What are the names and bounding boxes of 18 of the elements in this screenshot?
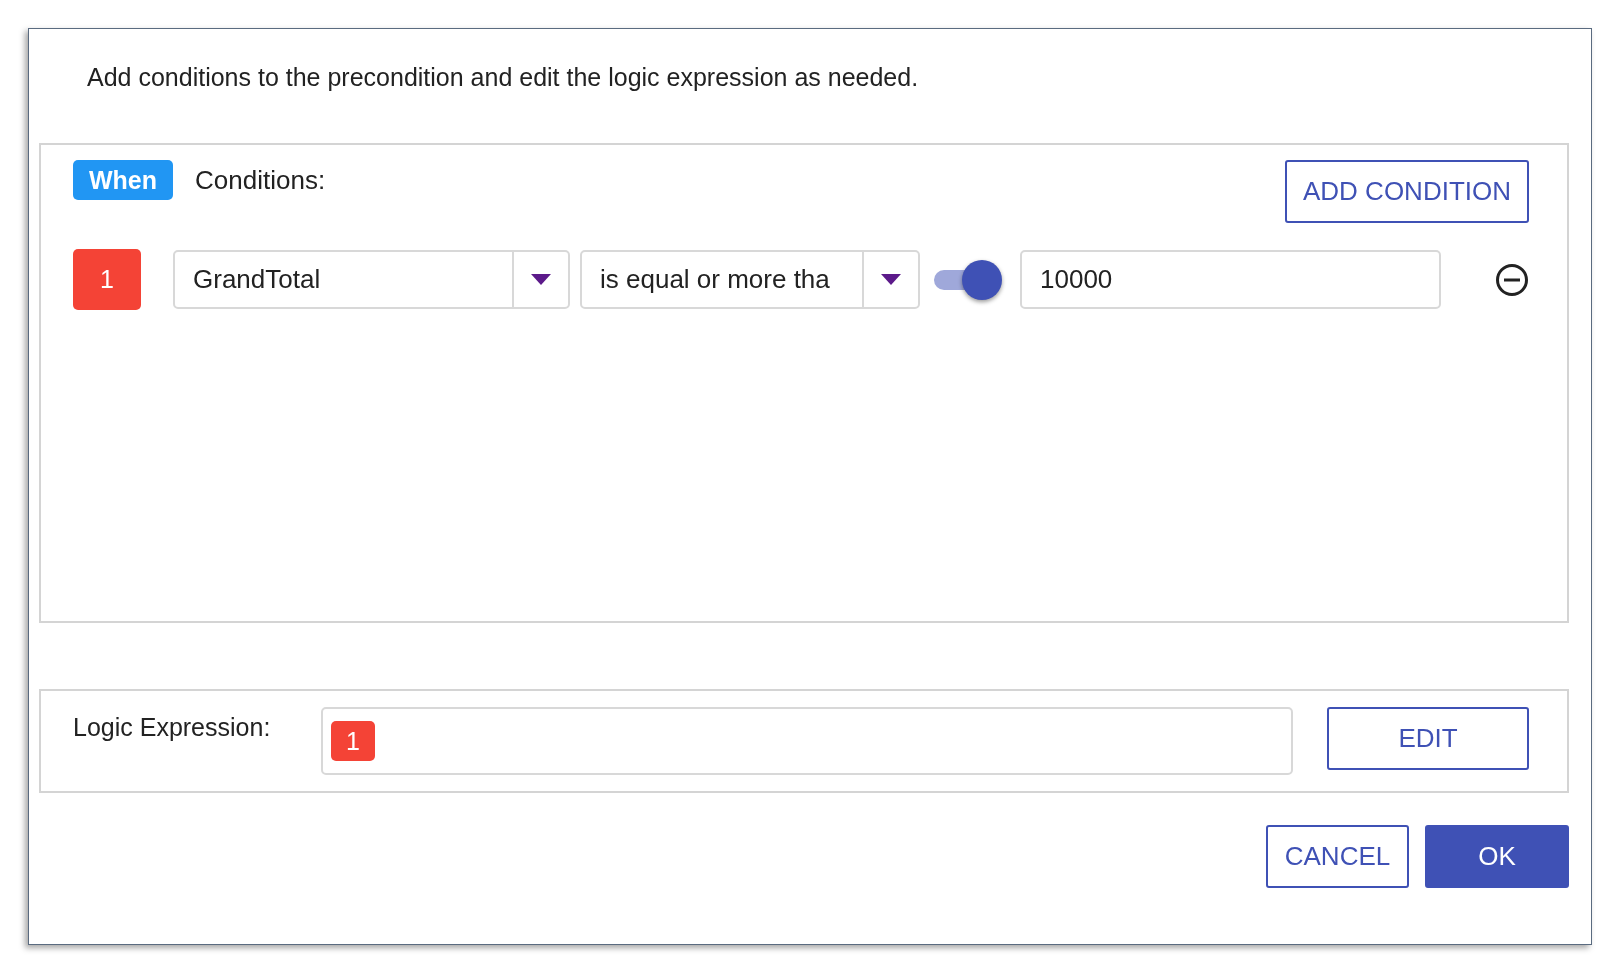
edit-button[interactable]: EDIT: [1327, 707, 1529, 770]
cancel-button[interactable]: CANCEL: [1266, 825, 1409, 888]
value-input[interactable]: 10000: [1020, 250, 1441, 309]
instruction-text: Add conditions to the precondition and edit the logic expression as needed.: [86, 62, 920, 93]
condition-number: 1: [73, 249, 141, 310]
logic-expression-label: Logic Expression:: [73, 712, 272, 743]
caret-icon: [881, 273, 901, 286]
remove-icon[interactable]: [1495, 262, 1529, 297]
conditions-label: Conditions:: [195, 164, 326, 197]
toggle-switch[interactable]: [932, 259, 1004, 300]
when-label: When: [73, 160, 174, 200]
field-dropdown[interactable]: GrandTotal: [173, 250, 570, 309]
ok-button[interactable]: OK: [1425, 825, 1569, 888]
condition-chip: 1: [331, 721, 375, 761]
caret-icon: [531, 273, 551, 286]
logic-expression-field[interactable]: 1: [321, 707, 1293, 775]
operator-dropdown[interactable]: is equal or more tha: [580, 250, 920, 309]
add-condition-button[interactable]: ADD CONDITION: [1285, 160, 1529, 223]
